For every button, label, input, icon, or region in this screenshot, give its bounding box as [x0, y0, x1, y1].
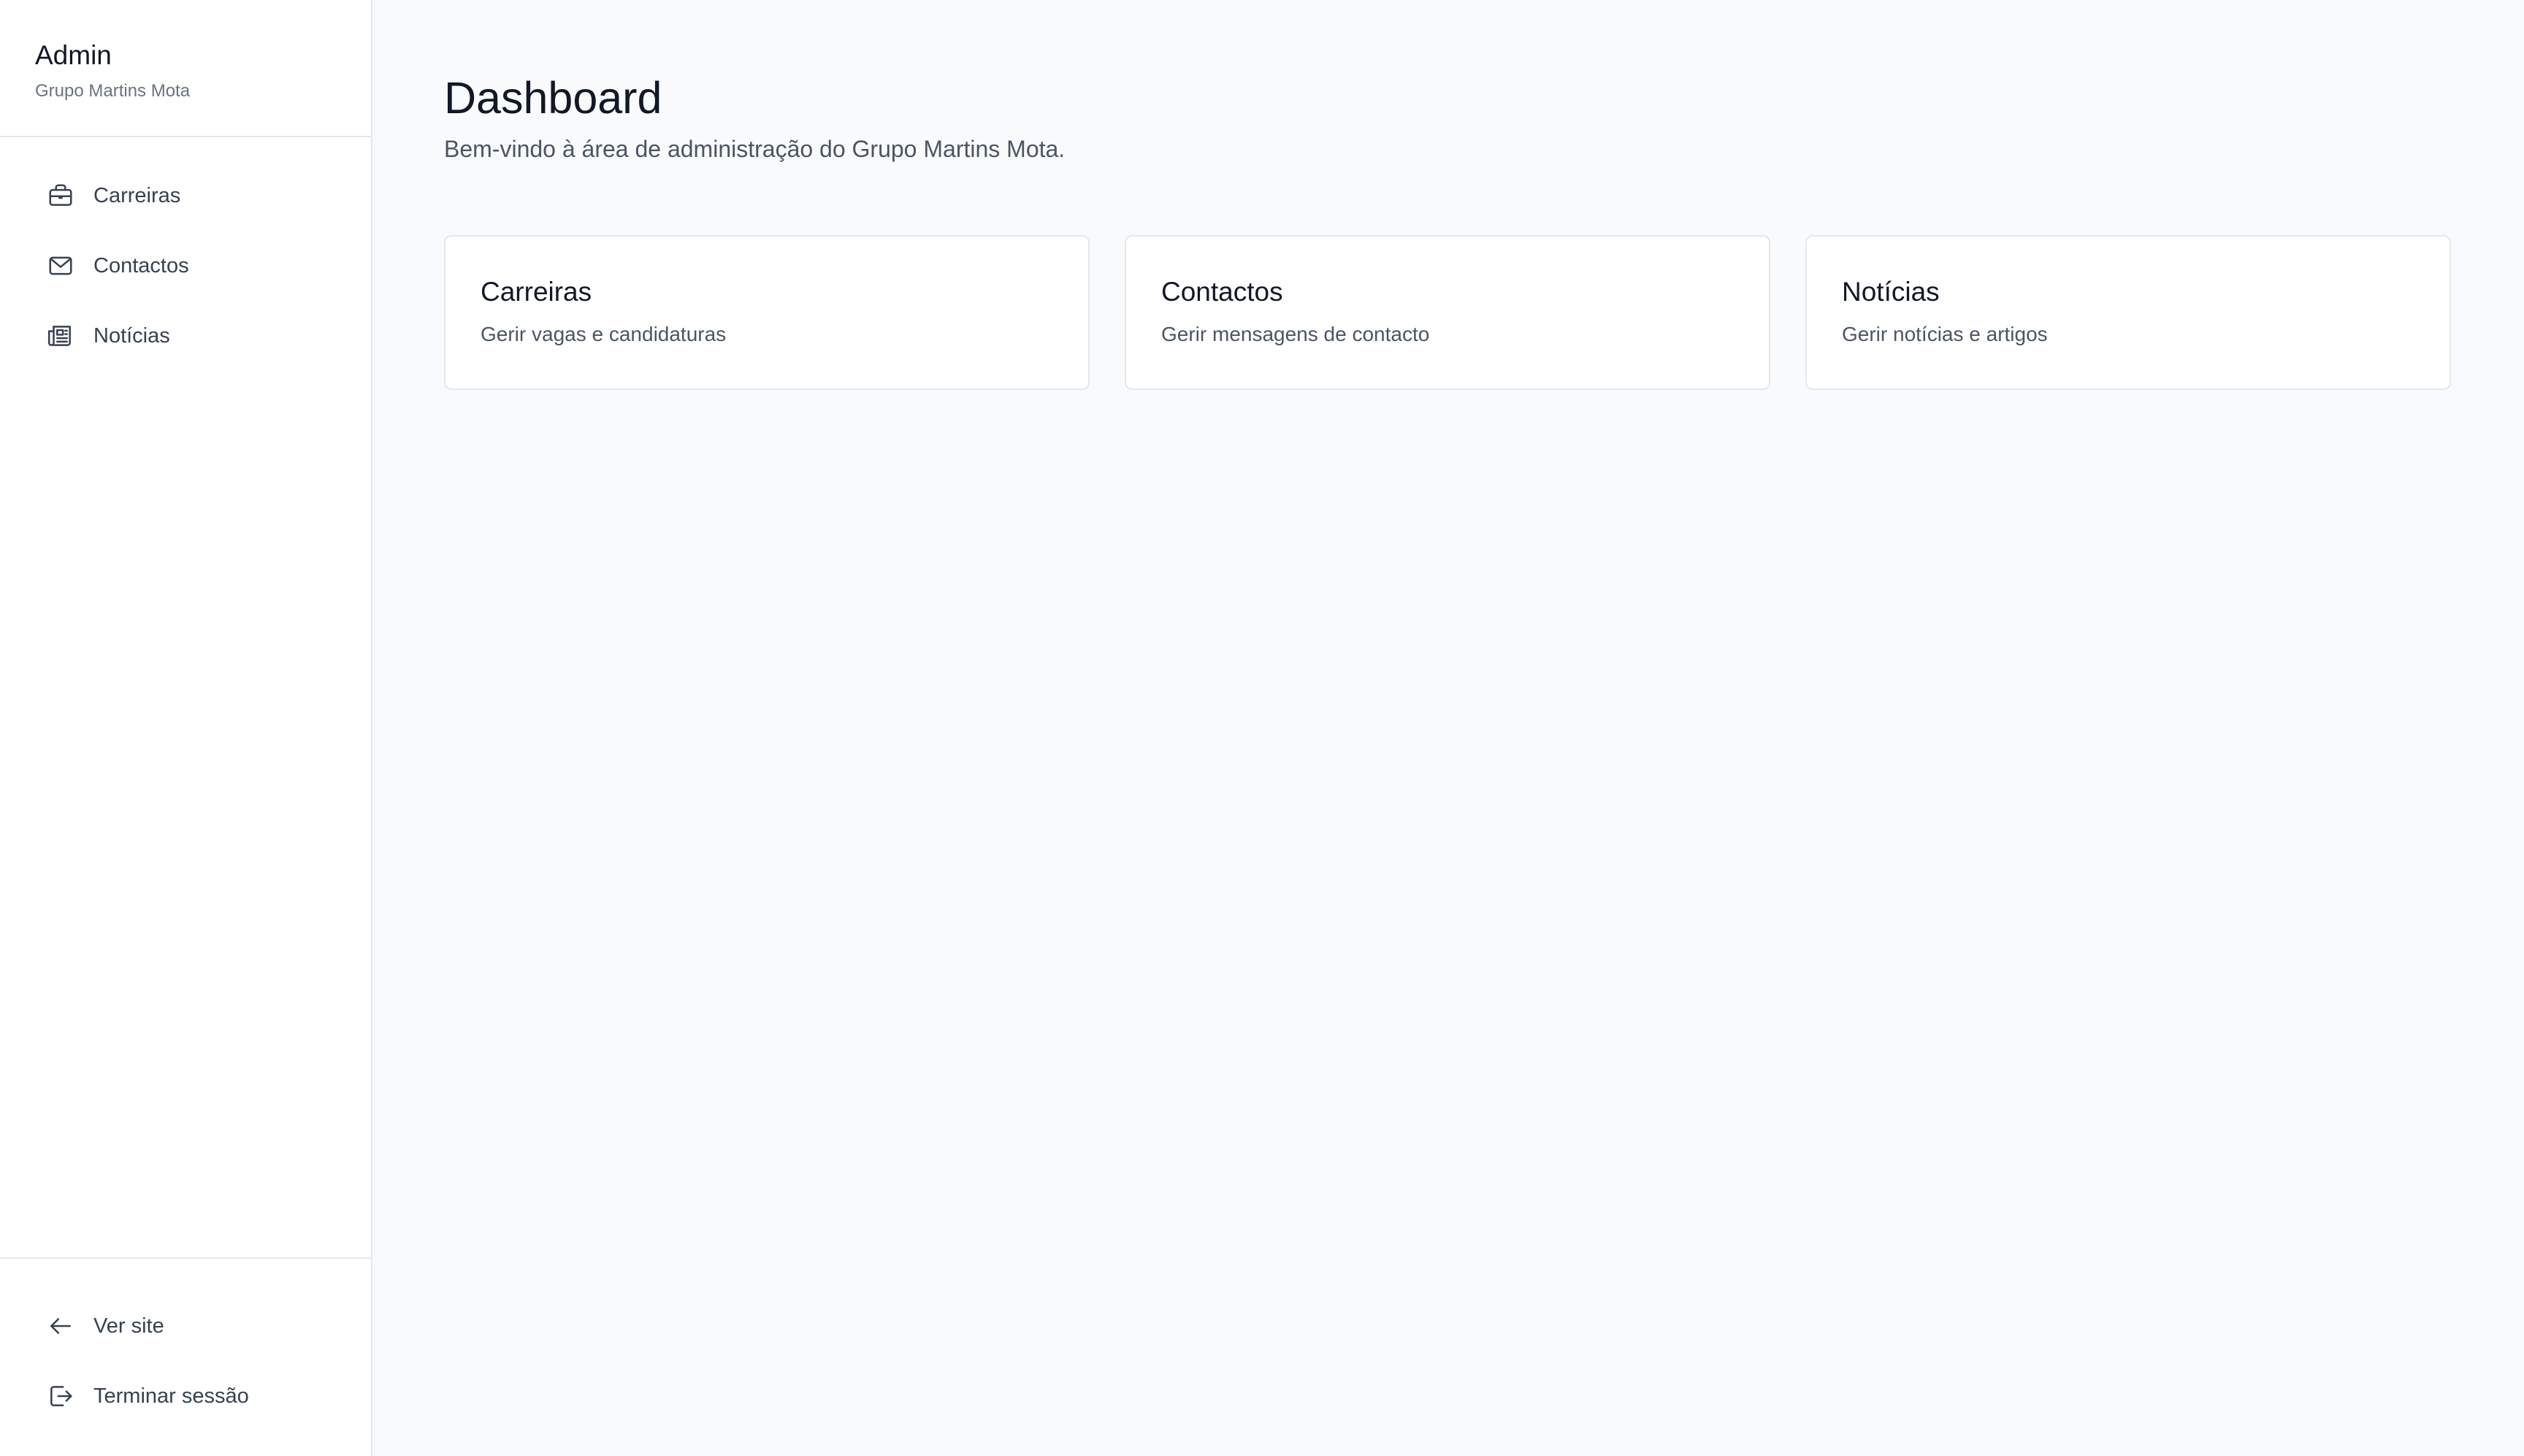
card-noticias[interactable]: Notícias Gerir notícias e artigos	[1805, 235, 2451, 390]
mail-icon	[47, 252, 74, 280]
briefcase-icon	[47, 182, 74, 210]
sidebar-item-label: Carreiras	[93, 183, 181, 207]
sidebar-nav: Carreiras Contactos Notícias	[0, 137, 371, 371]
view-site-link[interactable]: Ver site	[0, 1291, 371, 1361]
sidebar-item-label: Contactos	[93, 253, 189, 277]
sidebar: Admin Grupo Martins Mota Carreiras Conta…	[0, 0, 372, 1456]
view-site-label: Ver site	[93, 1314, 164, 1338]
sidebar-item-carreiras[interactable]: Carreiras	[0, 161, 371, 231]
card-contactos[interactable]: Contactos Gerir mensagens de contacto	[1125, 235, 1770, 390]
main-content: Dashboard Bem-vindo à área de administra…	[444, 70, 2454, 390]
page-title: Dashboard	[444, 73, 662, 123]
sidebar-brand: Admin Grupo Martins Mota	[0, 0, 371, 137]
brand-subtitle: Grupo Martins Mota	[35, 81, 191, 101]
card-title: Notícias	[1842, 277, 1940, 307]
page-subtitle: Bem-vindo à área de administração do Gru…	[444, 136, 1066, 162]
card-carreiras[interactable]: Carreiras Gerir vagas e candidaturas	[444, 235, 1090, 390]
arrow-left-icon	[47, 1312, 74, 1340]
card-description: Gerir vagas e candidaturas	[481, 323, 727, 345]
newspaper-icon	[47, 322, 74, 350]
brand-title: Admin	[35, 40, 112, 70]
sidebar-footer: Ver site Terminar sessão	[0, 1257, 371, 1456]
sidebar-item-label: Notícias	[93, 323, 170, 348]
logout-icon	[47, 1382, 74, 1410]
card-description: Gerir mensagens de contacto	[1161, 323, 1430, 345]
sidebar-item-noticias[interactable]: Notícias	[0, 301, 371, 371]
dashboard-cards: Carreiras Gerir vagas e candidaturas Con…	[444, 235, 2454, 390]
logout-button[interactable]: Terminar sessão	[0, 1361, 371, 1431]
card-description: Gerir notícias e artigos	[1842, 323, 2048, 345]
card-title: Carreiras	[481, 277, 592, 307]
card-title: Contactos	[1161, 277, 1283, 307]
sidebar-item-contactos[interactable]: Contactos	[0, 231, 371, 301]
logout-label: Terminar sessão	[93, 1384, 249, 1408]
